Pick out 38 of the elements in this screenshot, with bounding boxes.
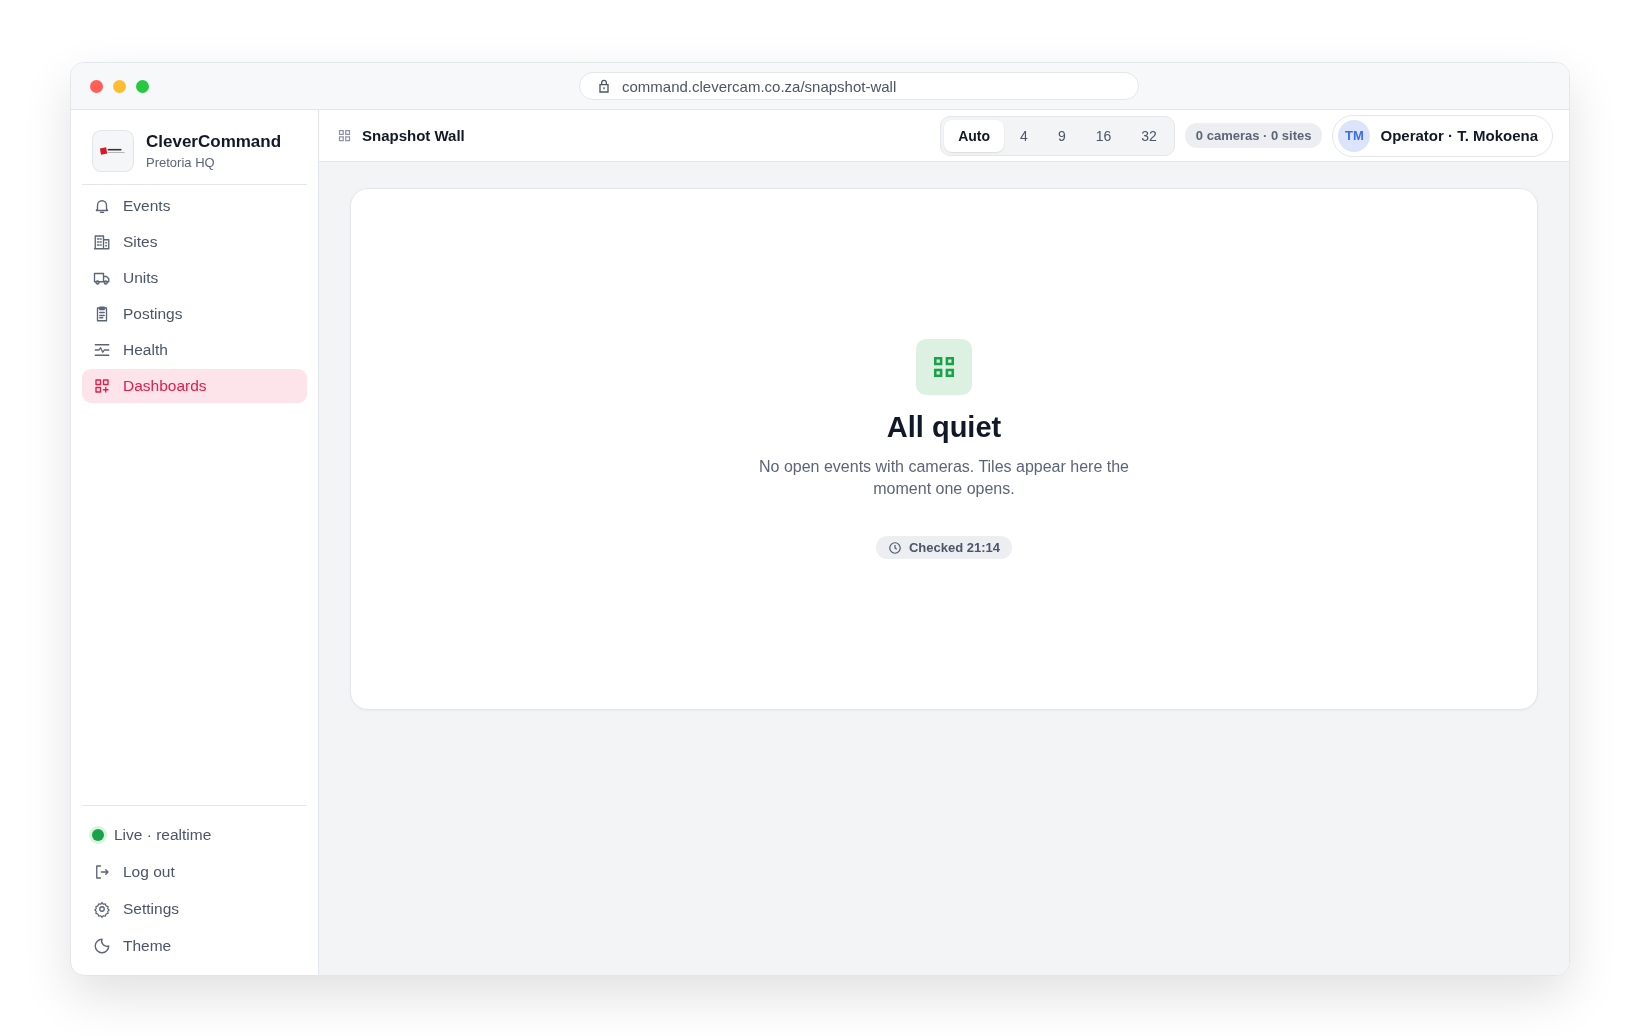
address-bar[interactable]: command.clevercam.co.za/snapshot-wall: [579, 72, 1139, 100]
layout-option[interactable]: 32: [1127, 119, 1171, 152]
maximize-window-button[interactable]: [136, 79, 149, 93]
logout-icon: [93, 863, 111, 881]
site-name: Pretoria HQ: [146, 155, 216, 170]
empty-state-title: All quiet: [886, 411, 1002, 444]
settings-icon: [93, 900, 111, 918]
connection-status: Live · realtime: [114, 826, 212, 844]
bell-icon: [93, 197, 111, 215]
camera-count: 0 cameras · 0 sites: [1184, 123, 1323, 148]
empty-state-message: No open events with cameras. Tiles appear here the moment one opens.: [758, 457, 1130, 499]
nav-item[interactable]: Events: [82, 189, 307, 223]
sidebar-action[interactable]: Theme: [82, 929, 307, 963]
moon-icon: [93, 937, 111, 955]
lock-icon: [596, 78, 612, 94]
nav-item[interactable]: Dashboards: [82, 369, 307, 403]
logo-icon: [92, 130, 134, 172]
building-icon: [93, 233, 111, 251]
grid-plus-icon: [93, 377, 111, 395]
pulse-icon: [93, 341, 111, 359]
sidebar-action[interactable]: Log out: [82, 855, 307, 889]
app-name: CleverCommand: [146, 132, 282, 152]
layout-option[interactable]: 4: [1006, 119, 1042, 152]
layout-option[interactable]: 16: [1081, 119, 1126, 152]
nav-item[interactable]: Units: [82, 261, 307, 295]
close-window-button[interactable]: [90, 79, 103, 93]
page-title: Snapshot Wall: [362, 127, 465, 144]
last-checked-badge: Checked 21:14: [875, 536, 1013, 559]
minimize-window-button[interactable]: [113, 79, 126, 93]
nav-item[interactable]: Sites: [82, 225, 307, 259]
user-avatar: TM: [1338, 119, 1371, 152]
grid-icon: [916, 339, 972, 395]
nav-item[interactable]: Health: [82, 333, 307, 367]
sidebar-action[interactable]: Settings: [82, 892, 307, 926]
layout-option[interactable]: Auto: [944, 119, 1005, 152]
layout-option[interactable]: 9: [1043, 119, 1080, 152]
grid-icon: [337, 128, 352, 143]
nav-item[interactable]: Postings: [82, 297, 307, 331]
